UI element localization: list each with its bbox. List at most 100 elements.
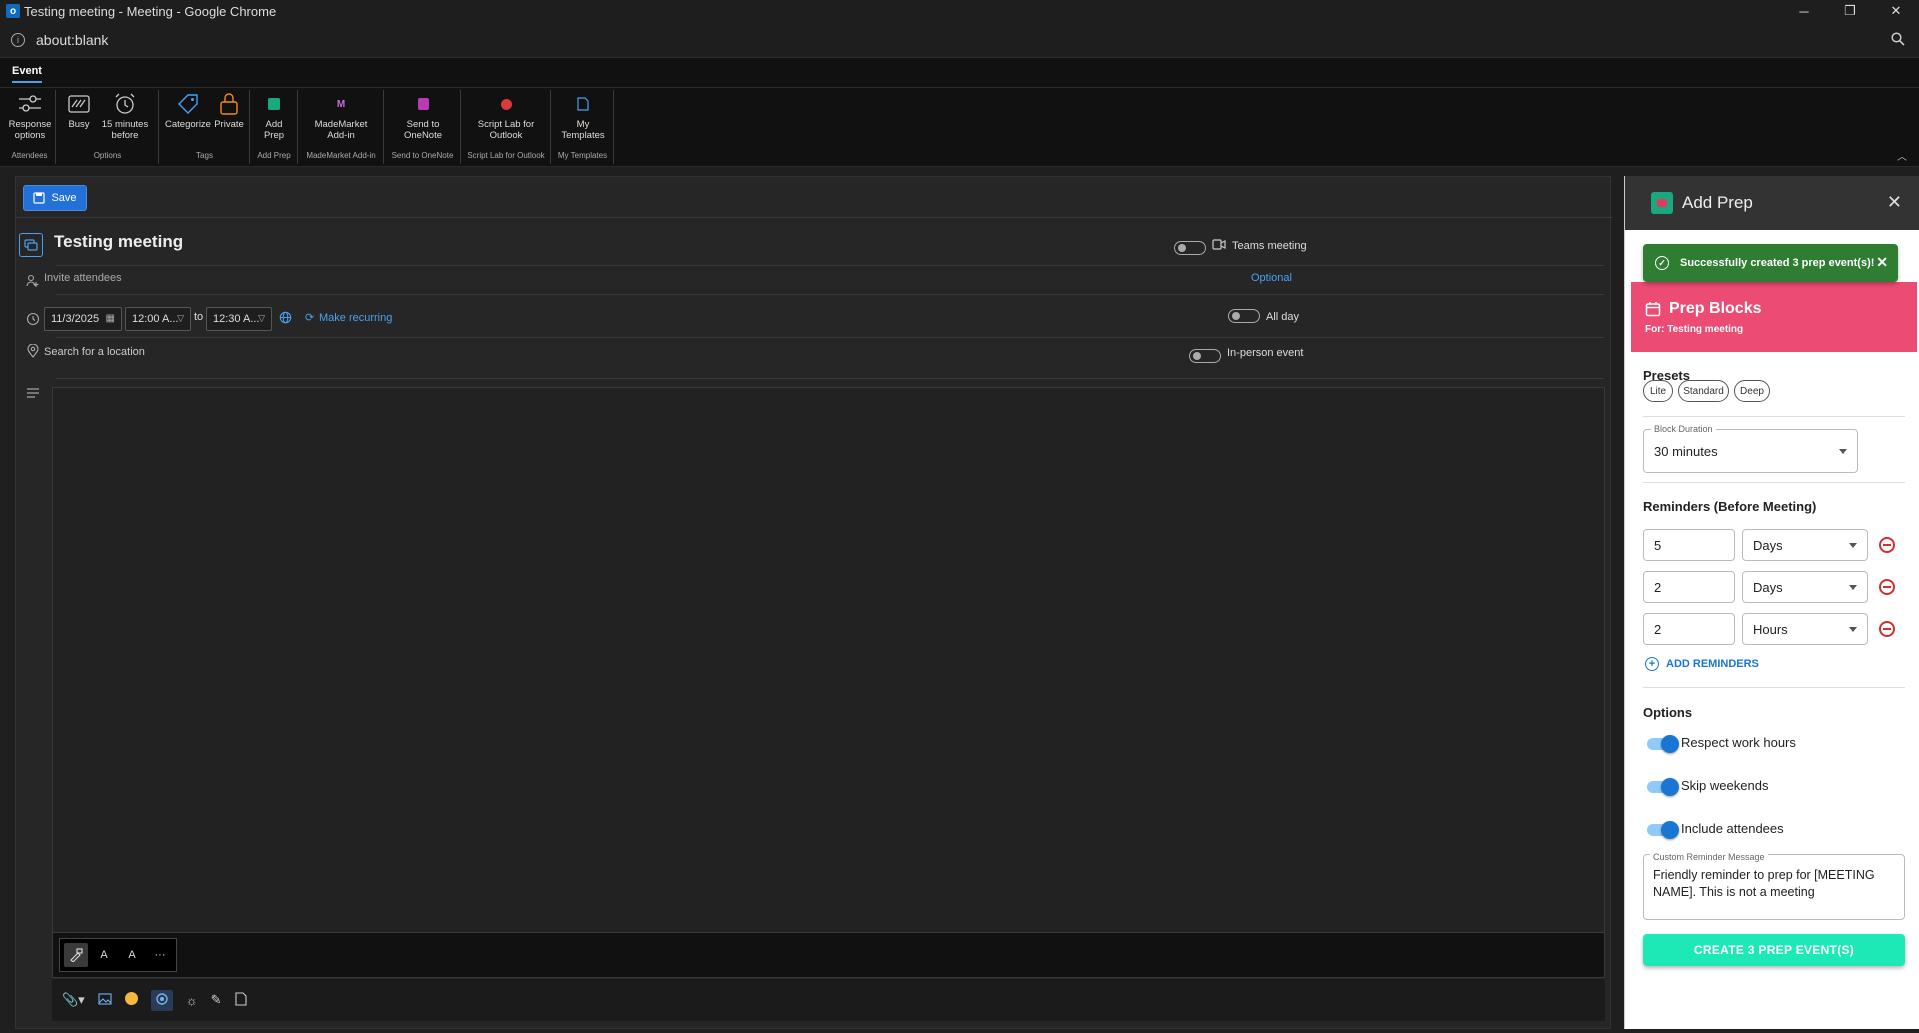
reminder-amount-input[interactable]: 2 <box>1643 571 1735 603</box>
prep-blocks-subtitle: For: Testing meeting <box>1645 323 1744 335</box>
categorize-button[interactable]: Categorize <box>165 90 211 130</box>
response-options-button[interactable]: Response options <box>8 90 52 141</box>
reminder-amount-value: 2 <box>1654 579 1662 595</box>
close-panel-button[interactable]: ✕ <box>1887 192 1902 213</box>
preset-standard[interactable]: Standard <box>1678 380 1729 402</box>
add-prep-button[interactable]: Add Prep <box>257 90 291 141</box>
script-lab-button[interactable]: Script Lab for Outlook <box>470 90 542 141</box>
busy-button[interactable]: Busy <box>64 90 94 130</box>
outlook-app-icon: o <box>6 4 20 18</box>
invite-attendees-input[interactable]: Invite attendees <box>44 272 122 284</box>
reminder-unit-select[interactable]: Days <box>1742 529 1868 561</box>
reminder-amount-input[interactable]: 2 <box>1643 613 1735 645</box>
make-recurring-link[interactable]: Make recurring <box>319 312 392 324</box>
script-lab-icon <box>500 90 512 118</box>
attach-icon[interactable]: 📎▾ <box>62 992 85 1008</box>
image-icon[interactable] <box>98 992 112 1008</box>
reminder-unit-value: Days <box>1753 579 1783 595</box>
busy-icon <box>67 90 91 118</box>
private-label: Private <box>214 119 244 130</box>
close-window-button[interactable]: ✕ <box>1873 0 1919 22</box>
create-prep-events-button[interactable]: CREATE 3 PREP EVENT(S) <box>1643 934 1905 966</box>
remove-reminder-icon[interactable] <box>1879 621 1895 637</box>
mademarket-button[interactable]: M MadeMarket Add-in <box>308 90 374 142</box>
chevron-down-icon: ▽ <box>258 313 265 323</box>
tab-event[interactable]: Event <box>12 65 42 83</box>
recurring-icon[interactable]: ⟳ <box>305 311 314 324</box>
save-label: Save <box>51 192 77 204</box>
mademarket-label: MadeMarket Add-in <box>314 119 368 141</box>
include-attendees-switch[interactable] <box>1647 821 1679 839</box>
panel-title: Add Prep <box>1682 193 1753 212</box>
more-icon[interactable]: ··· <box>148 943 172 967</box>
private-button[interactable]: Private <box>212 90 246 130</box>
caret-down-icon <box>1839 449 1847 454</box>
respect-work-hours-label: Respect work hours <box>1681 735 1796 750</box>
start-time-select[interactable]: 12:00 A... ▽ <box>125 307 191 331</box>
custom-message-textarea[interactable]: Custom Reminder Message Friendly reminde… <box>1643 849 1905 920</box>
subject-field[interactable]: Testing meeting <box>54 232 183 252</box>
all-day-toggle[interactable] <box>1228 309 1260 323</box>
toast-message: Successfully created 3 prep event(s)! <box>1680 257 1875 269</box>
loop-icon[interactable] <box>150 989 173 1011</box>
teams-meeting-label: Teams meeting <box>1232 240 1307 252</box>
success-toast: ✓ Successfully created 3 prep event(s)! … <box>1643 244 1898 282</box>
custom-message-label: Custom Reminder Message <box>1650 849 1768 866</box>
all-day-label: All day <box>1266 311 1300 323</box>
date-value: 11/3/2025 <box>51 313 100 325</box>
globe-icon[interactable] <box>279 311 292 327</box>
divider <box>1643 482 1905 483</box>
block-duration-label: Block Duration <box>1651 424 1716 434</box>
font-size-icon[interactable]: A <box>92 943 116 967</box>
preset-deep[interactable]: Deep <box>1734 380 1770 402</box>
close-toast-button[interactable]: ✕ <box>1876 254 1888 271</box>
remove-reminder-icon[interactable] <box>1879 537 1895 553</box>
emoji-icon[interactable] <box>124 992 138 1008</box>
in-person-toggle[interactable] <box>1189 349 1221 363</box>
pen-icon[interactable]: ✎ <box>211 992 222 1008</box>
reminder-unit-select[interactable]: Days <box>1742 571 1868 603</box>
ribbon-group-add-prep: Add Prep Add Prep <box>251 90 298 164</box>
divider <box>56 378 1604 379</box>
divider <box>56 337 1604 338</box>
site-info-icon[interactable]: i <box>11 32 25 47</box>
format-painter-icon[interactable] <box>64 943 88 967</box>
skip-weekends-switch[interactable] <box>1647 778 1679 796</box>
preset-lite[interactable]: Lite <box>1643 380 1673 402</box>
restore-button[interactable]: ❐ <box>1827 0 1873 22</box>
zoom-icon[interactable] <box>1891 32 1905 49</box>
reminder-button[interactable]: 15 minutes before <box>97 90 153 141</box>
calendar-icon: ▦ <box>105 313 115 324</box>
end-time-select[interactable]: 12:30 A... ▽ <box>206 307 272 331</box>
document-icon[interactable] <box>234 991 247 1009</box>
format-panel: A A ··· <box>59 938 177 972</box>
location-input[interactable]: Search for a location <box>44 346 145 358</box>
start-time-value: 12:00 A... <box>132 313 179 325</box>
custom-message-value: Friendly reminder to prep for [MEETING N… <box>1653 868 1875 899</box>
remove-reminder-icon[interactable] <box>1879 579 1895 595</box>
teams-meeting-toggle[interactable] <box>1174 241 1206 255</box>
superscript-icon[interactable]: A <box>120 943 144 967</box>
divider <box>56 294 1604 295</box>
address-text[interactable]: about:blank <box>36 32 108 48</box>
optional-attendees-link[interactable]: Optional <box>1251 272 1292 284</box>
sparkle-icon[interactable]: ☼ <box>186 993 198 1008</box>
ribbon-group-options: Busy 15 minutes before Options <box>57 90 159 164</box>
minimize-button[interactable]: ─ <box>1781 0 1827 22</box>
send-to-onenote-button[interactable]: Send to OneNote <box>394 90 452 141</box>
alarm-clock-icon <box>113 90 137 118</box>
collapse-ribbon-icon[interactable]: ︿ <box>1897 148 1907 163</box>
respect-work-hours-switch[interactable] <box>1647 735 1679 753</box>
skip-weekends-label: Skip weekends <box>1681 778 1769 793</box>
templates-icon <box>577 90 589 118</box>
my-templates-button[interactable]: My Templates <box>558 90 608 141</box>
save-button[interactable]: Save <box>23 185 87 211</box>
reminders-title: Reminders (Before Meeting) <box>1643 499 1817 514</box>
block-duration-select[interactable]: Block Duration 30 minutes <box>1643 424 1858 473</box>
reminder-unit-select[interactable]: Hours <box>1742 613 1868 645</box>
add-reminders-button[interactable]: + ADD REMINDERS <box>1645 657 1759 671</box>
meeting-body-editor[interactable] <box>52 387 1605 943</box>
send-to-onenote-label: Send to OneNote <box>403 119 443 141</box>
date-picker[interactable]: 11/3/2025 ▦ <box>44 307 122 331</box>
reminder-amount-input[interactable]: 5 <box>1643 529 1735 561</box>
